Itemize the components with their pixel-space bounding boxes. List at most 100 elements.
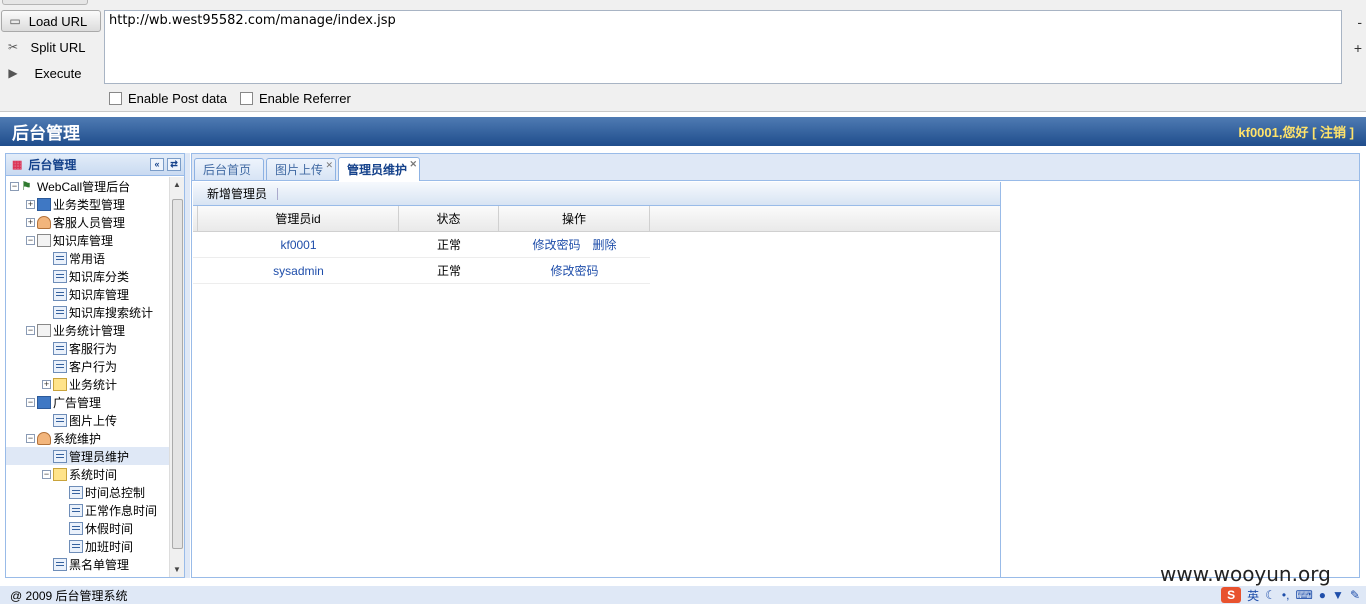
delete-link[interactable]: 删除	[593, 236, 617, 253]
tree-node[interactable]: − 知识库管理	[6, 231, 171, 249]
admin-id-cell: sysadmin	[198, 258, 399, 283]
leaf-node-icon	[69, 521, 83, 535]
language-indicator[interactable]: 英	[1247, 587, 1259, 604]
net-node-icon: ⚑	[21, 178, 32, 193]
tree-node[interactable]: 客服行为	[6, 339, 171, 357]
enable-post-label: Enable Post data	[128, 91, 228, 106]
wrench-icon[interactable]: ✎	[1350, 588, 1360, 602]
leaf-node-icon	[53, 305, 67, 319]
checkbox-box[interactable]	[109, 92, 122, 105]
expand-button[interactable]: +	[1354, 40, 1362, 56]
add-admin-button[interactable]: 新增管理员	[207, 185, 267, 202]
tree-node-label: 业务统计	[69, 377, 118, 392]
tree-node[interactable]: 管理员维护	[6, 447, 171, 465]
change-password-link[interactable]: 修改密码	[550, 262, 598, 279]
tree-node[interactable]: 图片上传	[6, 411, 171, 429]
tree-node[interactable]: − 业务统计管理	[6, 321, 171, 339]
tree-node[interactable]: + 业务统计	[6, 375, 171, 393]
checkbox-box[interactable]	[240, 92, 253, 105]
tree-node[interactable]: + 客服人员管理	[6, 213, 171, 231]
tree-node[interactable]: 常用语	[6, 249, 171, 267]
tree-node[interactable]: + 业务类型管理	[6, 195, 171, 213]
user-icon[interactable]: ●	[1319, 588, 1326, 602]
disk-node-icon	[37, 395, 51, 409]
expand-toggle-icon[interactable]: −	[26, 235, 35, 245]
tree-node[interactable]: − ⚑ WebCall管理后台	[6, 177, 171, 195]
change-password-link[interactable]: 修改密码	[532, 236, 580, 253]
execute-button[interactable]: ▶ Execute	[0, 62, 102, 84]
tree-node-label: 系统时间	[69, 467, 118, 482]
leaf-node-icon	[53, 413, 67, 427]
leaf-node-icon	[53, 251, 67, 265]
expand-toggle-icon[interactable]: +	[26, 199, 35, 209]
moon-icon[interactable]: ☾	[1265, 588, 1276, 602]
leaf-node-icon	[53, 341, 67, 355]
scrollbar-thumb[interactable]	[172, 199, 183, 549]
tree-node[interactable]: 客户行为	[6, 357, 171, 375]
tree-node[interactable]: 知识库分类	[6, 267, 171, 285]
table-row[interactable]: sysadmin 正常 修改密码	[193, 258, 650, 284]
app-header: 后台管理 kf0001,您好 [ 注销 ]	[0, 117, 1366, 146]
tree-node[interactable]: − 广告管理	[6, 393, 171, 411]
expand-toggle-icon[interactable]: +	[26, 217, 35, 227]
column-header-actions[interactable]: 操作	[499, 206, 650, 231]
punctuation-icon[interactable]: •,	[1282, 588, 1290, 602]
load-url-button[interactable]: ▭ Load URL	[1, 10, 101, 32]
actions-cell: 修改密码 删除	[499, 232, 650, 257]
logout-link[interactable]: [ 注销 ]	[1312, 125, 1354, 140]
tab-close-icon[interactable]: ✕	[410, 159, 418, 170]
tree-node[interactable]: 黑名单管理	[6, 555, 171, 573]
scroll-up-arrow[interactable]: ▲	[173, 180, 181, 189]
tree-node-label: 广告管理	[53, 395, 102, 410]
tab-label: 后台首页	[203, 163, 252, 177]
scroll-down-arrow[interactable]: ▼	[173, 565, 181, 574]
expand-toggle-icon[interactable]: +	[42, 379, 51, 389]
tree-node-label: 业务类型管理	[53, 197, 126, 212]
enable-referrer-checkbox[interactable]: Enable Referrer	[240, 91, 351, 106]
shirt-icon[interactable]: ▼	[1332, 588, 1344, 602]
tree-node[interactable]: 时间总控制	[6, 483, 171, 501]
expand-toggle-icon[interactable]: −	[26, 325, 35, 335]
navigation-panel-header: ▦ 后台管理 « ⇄	[6, 154, 184, 176]
tab-close-icon[interactable]: ✕	[325, 160, 333, 171]
url-textarea[interactable]: http://wb.west95582.com/manage/index.jsp	[104, 10, 1342, 84]
collapse-panel-button[interactable]: «	[150, 158, 164, 171]
ime-icon[interactable]: S	[1221, 587, 1242, 603]
tree-node[interactable]: 正常作息时间	[6, 501, 171, 519]
footer: @ 2009 后台管理系统	[0, 586, 1366, 604]
status-cell: 正常	[436, 264, 461, 278]
tree-node-label: 知识库分类	[69, 269, 130, 284]
admin-id-link[interactable]: sysadmin	[273, 264, 324, 278]
column-header-admin-id[interactable]: 管理员id	[198, 206, 399, 231]
tab[interactable]: 管理员维护 ✕	[338, 157, 421, 181]
enable-post-checkbox[interactable]: Enable Post data	[109, 91, 227, 106]
refresh-tree-button[interactable]: ⇄	[167, 158, 181, 171]
panel-splitter[interactable]	[185, 153, 190, 578]
table-row[interactable]: kf0001 正常 修改密码 删除	[193, 232, 650, 258]
tree-node[interactable]: − 系统维护	[6, 429, 171, 447]
hackbar-tab-handle[interactable]	[2, 0, 88, 5]
tree-node[interactable]: 加班时间	[6, 537, 171, 555]
tree-node[interactable]: 知识库管理	[6, 285, 171, 303]
admin-id-link[interactable]: kf0001	[280, 238, 316, 252]
tree-node[interactable]: 休假时间	[6, 519, 171, 537]
tab[interactable]: 图片上传 ✕	[266, 158, 337, 180]
expand-toggle-icon[interactable]: −	[26, 397, 35, 407]
split-url-button[interactable]: ✂ Split URL	[0, 36, 102, 58]
tree-node-label: 客服人员管理	[53, 215, 126, 230]
expand-toggle-icon[interactable]: −	[10, 181, 19, 191]
tree-node[interactable]: 知识库搜索统计	[6, 303, 171, 321]
column-header-status[interactable]: 状态	[399, 206, 499, 231]
header-filler	[650, 206, 1000, 231]
main-content: 后台首页 图片上传 ✕ 管理员维护 ✕ 新增管理员 管理员id 状态 操作 kf0001…	[191, 153, 1360, 578]
expand-toggle-icon[interactable]: −	[42, 469, 51, 479]
tree-scrollbar[interactable]: ▲ ▼	[169, 177, 184, 577]
tree-node-label: 客服行为	[69, 341, 118, 356]
keyboard-icon[interactable]: ⌨	[1295, 588, 1312, 602]
tree-node[interactable]: − 系统时间	[6, 465, 171, 483]
tree-node-label: 图片上传	[69, 413, 118, 428]
shrink-button[interactable]: -	[1357, 14, 1362, 30]
tab-strip: 后台首页 图片上传 ✕ 管理员维护 ✕	[192, 154, 1359, 181]
tab[interactable]: 后台首页	[194, 158, 265, 180]
expand-toggle-icon[interactable]: −	[26, 433, 35, 443]
